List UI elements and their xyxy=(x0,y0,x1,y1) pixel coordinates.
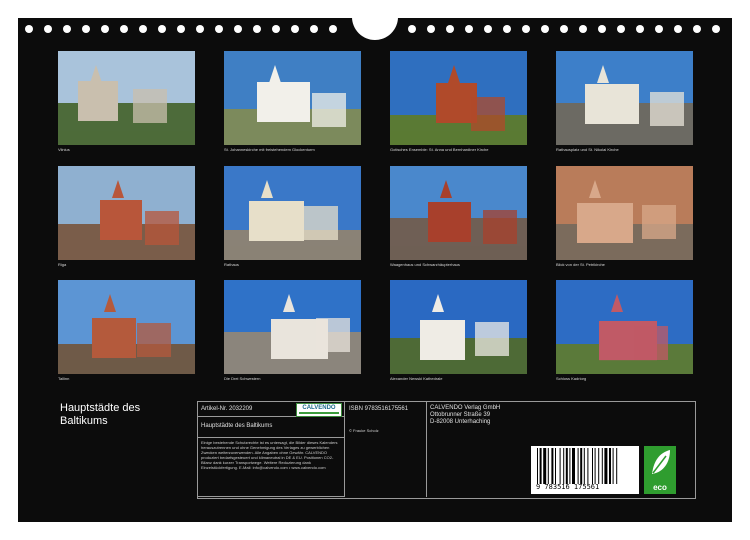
binding-hole xyxy=(579,25,587,33)
calendar-title-line-2: Baltikums xyxy=(60,415,108,427)
leaf-icon xyxy=(652,450,670,474)
binding-hole xyxy=(101,25,109,33)
photo xyxy=(556,166,693,260)
binding-hole xyxy=(329,25,337,33)
binding-hole xyxy=(446,25,454,33)
photo xyxy=(58,166,195,260)
publisher-line-2: Ottobrunner Straße 39 xyxy=(430,412,491,418)
binding-hole xyxy=(693,25,701,33)
binding-hole xyxy=(139,25,147,33)
binding-hole xyxy=(82,25,90,33)
binding-hole xyxy=(522,25,530,33)
photo xyxy=(390,280,527,374)
photo-caption: Blick von der St. Petrikirche xyxy=(556,262,605,267)
binding-hole xyxy=(541,25,549,33)
photo-image xyxy=(556,51,693,145)
calendar-title: Hauptstädte des Baltikums xyxy=(60,402,140,428)
binding-hole xyxy=(712,25,720,33)
calvendo-logo-text: CALVENDO xyxy=(302,405,336,411)
photo-caption: St. Johanneskirche mit freistehendem Glo… xyxy=(224,147,315,152)
eco-badge: eco xyxy=(644,446,676,494)
binding-hole xyxy=(598,25,606,33)
photo xyxy=(58,51,195,145)
photo-caption: Rathaus xyxy=(224,262,239,267)
binding-hole xyxy=(560,25,568,33)
binding-hole xyxy=(234,25,242,33)
photo-image xyxy=(390,51,527,145)
binding-hole xyxy=(272,25,280,33)
binding-hole xyxy=(291,25,299,33)
binding-hole xyxy=(158,25,166,33)
binding-hole xyxy=(655,25,663,33)
binding-hole xyxy=(25,25,33,33)
photo-caption: Vilnius xyxy=(58,147,70,152)
photo-image xyxy=(556,280,693,374)
info-divider-1 xyxy=(344,401,345,497)
isbn: ISBN 9783516175561 xyxy=(349,406,409,412)
photo-image xyxy=(390,280,527,374)
photo-image xyxy=(224,166,361,260)
photo-caption: Die Drei Schwestern xyxy=(224,376,261,381)
binding-hole xyxy=(408,25,416,33)
author-credit: © Frauke Scholz xyxy=(349,428,379,433)
eco-label: eco xyxy=(653,483,667,492)
photo xyxy=(556,280,693,374)
photo-caption: Schloss Kadriorg xyxy=(556,376,587,381)
info-rule-2 xyxy=(198,437,344,438)
photo-image xyxy=(58,51,195,145)
photo-caption: Waagenhaus und Schwarzhäupterhaus xyxy=(390,262,460,267)
binding-hole xyxy=(215,25,223,33)
info-rule-3 xyxy=(198,496,344,497)
photo xyxy=(390,166,527,260)
photo-caption: Tallinn xyxy=(58,376,70,381)
photo-image xyxy=(224,51,361,145)
photo xyxy=(224,51,361,145)
photo xyxy=(390,51,527,145)
binding-hole xyxy=(636,25,644,33)
photo-image xyxy=(224,280,361,374)
binding-hole xyxy=(310,25,318,33)
photo-image xyxy=(58,166,195,260)
binding-hole xyxy=(253,25,261,33)
photo xyxy=(224,166,361,260)
publisher-line-3: D-82008 Unterhaching xyxy=(430,419,491,425)
photo-image xyxy=(556,166,693,260)
binding-hole xyxy=(674,25,682,33)
photo-caption: Riga xyxy=(58,262,67,267)
binding-hole xyxy=(465,25,473,33)
info-divider-2 xyxy=(426,401,427,497)
binding-hole xyxy=(44,25,52,33)
photo xyxy=(224,280,361,374)
binding-hole xyxy=(120,25,128,33)
binding-hole xyxy=(63,25,71,33)
photo-caption: Alexander Newski Kathedrale xyxy=(390,376,443,381)
article-number: Artikel-Nr. 2032209 xyxy=(201,406,253,412)
product-name: Hauptstädte des Baltikums xyxy=(201,423,273,429)
barcode-digits: 9 783516 175561 xyxy=(536,483,600,491)
binding-hole xyxy=(617,25,625,33)
photo xyxy=(58,280,195,374)
photo-caption: Rathausplatz und St. Nikolai Kirche xyxy=(556,147,619,152)
binding-hole xyxy=(196,25,204,33)
binding-hole xyxy=(427,25,435,33)
calvendo-logo: CALVENDO xyxy=(296,403,342,417)
photo-image xyxy=(390,166,527,260)
binding-hole xyxy=(503,25,511,33)
fine-print: Einige bestehende Schutzrechte ist es un… xyxy=(201,440,338,470)
photo-image xyxy=(58,280,195,374)
photo-caption: Gotisches Ensemble: St. Anna und Bernhar… xyxy=(390,147,489,152)
publisher-line-1: CALVENDO Verlag GmbH xyxy=(430,405,501,411)
calendar-title-line-1: Hauptstädte des xyxy=(60,402,141,414)
binding-hole xyxy=(177,25,185,33)
binding-hole xyxy=(484,25,492,33)
photo xyxy=(556,51,693,145)
